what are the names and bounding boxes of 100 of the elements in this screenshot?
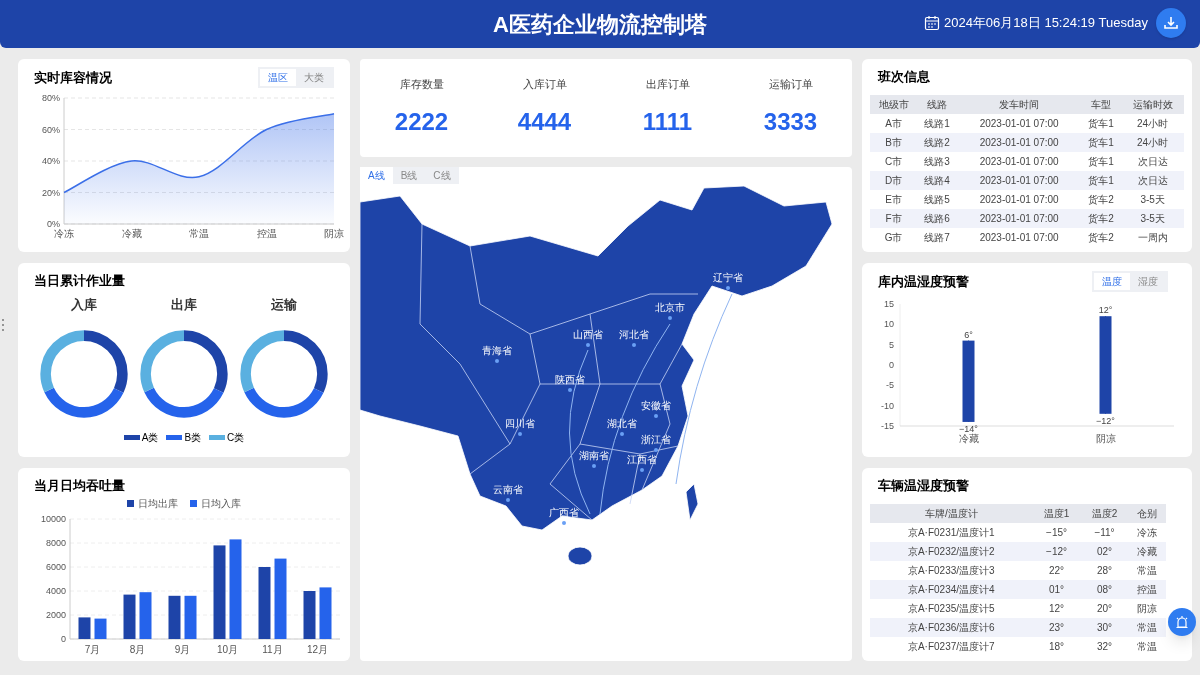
card-title: 当日累计作业量 — [34, 272, 126, 290]
table-cell: 控温 — [1128, 579, 1166, 599]
download-button[interactable] — [1156, 8, 1186, 38]
axis-label: 4000 — [45, 585, 66, 596]
city-dot — [654, 414, 658, 418]
axis-label: 10月 — [216, 643, 239, 655]
axis-label: 0 — [61, 633, 66, 644]
city-dot — [592, 464, 596, 468]
table-cell: 2023-01-01 07:00 — [957, 227, 1082, 247]
axis-label: -15 — [881, 421, 894, 431]
tab[interactable]: 湿度 — [1130, 273, 1166, 290]
axis-label: 6000 — [45, 561, 66, 572]
table-cell: 2023-01-01 07:00 — [957, 113, 1082, 133]
axis-label: 冷藏 — [958, 433, 979, 444]
city-dot — [632, 343, 636, 347]
column-header: 发车时间 — [957, 94, 1082, 114]
card-title: 班次信息 — [878, 68, 931, 86]
calendar-icon — [923, 15, 940, 31]
axis-label: 9月 — [174, 643, 191, 655]
drag-handle-icon[interactable] — [1, 318, 5, 332]
axis-label: 8000 — [45, 537, 66, 548]
table-cell: C市 — [870, 151, 918, 171]
table-cell: D市 — [870, 170, 918, 190]
axis-label: 10 — [884, 319, 894, 330]
axis-label: 12月 — [306, 643, 329, 655]
table-cell: 冷冻 — [1128, 522, 1166, 542]
table-cell: −12° — [1032, 541, 1081, 561]
axis-label: 2000 — [45, 609, 66, 620]
legend-label: 日均入库 — [201, 496, 241, 511]
column-header: 车牌/温度计 — [870, 503, 1033, 523]
table-cell: 常温 — [1128, 636, 1166, 656]
card-title: 实时库容情况 — [34, 68, 112, 87]
axis-label: 15 — [884, 299, 894, 309]
table-cell: 货车2 — [1081, 227, 1122, 247]
donut-title: 入库 — [71, 295, 97, 314]
tab[interactable]: 温度 — [1094, 273, 1130, 290]
axis-label: 常温 — [189, 228, 209, 239]
province-label: 辽宁省 — [713, 272, 743, 284]
city-dot — [568, 388, 572, 392]
axis-label: 7月 — [84, 643, 101, 655]
dashboard-title: A医药企业物流控制塔 — [493, 10, 707, 39]
table-cell: 次日达 — [1121, 151, 1184, 171]
bar — [184, 595, 197, 639]
table-cell: 货车2 — [1081, 208, 1122, 228]
tab[interactable]: C线 — [425, 167, 459, 184]
table-cell: 28° — [1080, 560, 1129, 580]
province-label: 广西省 — [549, 507, 579, 519]
table-cell: 02° — [1080, 541, 1129, 561]
table-cell: 24小时 — [1121, 113, 1184, 133]
axis-label: 8月 — [129, 643, 146, 655]
value-label: 6° — [964, 329, 973, 340]
province-label: 陕西省 — [555, 374, 585, 386]
table-cell: 01° — [1032, 579, 1081, 599]
axis-label: 11月 — [262, 643, 283, 655]
table-cell: 线路3 — [917, 151, 958, 171]
table-cell: 24小时 — [1121, 132, 1184, 152]
table-cell: 2023-01-01 07:00 — [957, 132, 1082, 152]
table-cell: 常温 — [1128, 560, 1166, 580]
table-cell: 货车1 — [1081, 151, 1122, 171]
province-label: 湖南省 — [579, 450, 609, 462]
table-cell: 3-5天 — [1121, 208, 1184, 228]
tab[interactable]: 大类 — [296, 69, 332, 86]
city-dot — [562, 521, 566, 525]
card-title: 车辆温湿度预警 — [878, 477, 970, 495]
axis-label: -5 — [886, 380, 894, 391]
table-cell: 冷藏 — [1128, 541, 1166, 561]
table-cell: 京A·F0237/温度计7 — [870, 636, 1033, 656]
city-dot — [640, 468, 644, 472]
table-cell: −11° — [1080, 522, 1129, 542]
stat-value: 2222 — [394, 107, 449, 138]
table-cell: 货车1 — [1081, 132, 1122, 152]
download-icon — [1163, 15, 1179, 31]
legend-label: B类 — [184, 431, 202, 445]
column-header: 仓别 — [1128, 503, 1166, 523]
tab[interactable]: B线 — [392, 167, 426, 184]
stat-value: 4444 — [517, 107, 572, 138]
card-title: 库内温湿度预警 — [878, 272, 969, 291]
tab[interactable]: 温区 — [260, 69, 296, 86]
donut-title: 出库 — [171, 295, 197, 314]
stat-label: 库存数量 — [399, 76, 444, 92]
city-dot — [654, 448, 658, 452]
axis-label: -10 — [881, 400, 894, 411]
table-cell: 京A·F0235/温度计5 — [870, 598, 1033, 618]
province-label: 安徽省 — [641, 400, 671, 412]
table-cell: B市 — [870, 132, 918, 152]
table-cell: 线路7 — [917, 227, 958, 247]
alarm-button[interactable] — [1168, 608, 1196, 636]
axis-label: 10000 — [40, 513, 66, 524]
province-label: 浙江省 — [641, 434, 671, 446]
table-cell: 线路1 — [917, 113, 958, 133]
table-cell: 一周内 — [1121, 227, 1184, 247]
table-cell: 次日达 — [1121, 170, 1184, 190]
bar — [139, 591, 152, 639]
value-label: −14° — [959, 423, 978, 434]
value-label: 12° — [1098, 305, 1113, 316]
axis-label: 5 — [889, 339, 894, 350]
table-cell: F市 — [870, 208, 918, 228]
bar — [319, 586, 332, 639]
column-header: 车型 — [1081, 94, 1122, 114]
table-cell: 货车2 — [1081, 189, 1122, 209]
